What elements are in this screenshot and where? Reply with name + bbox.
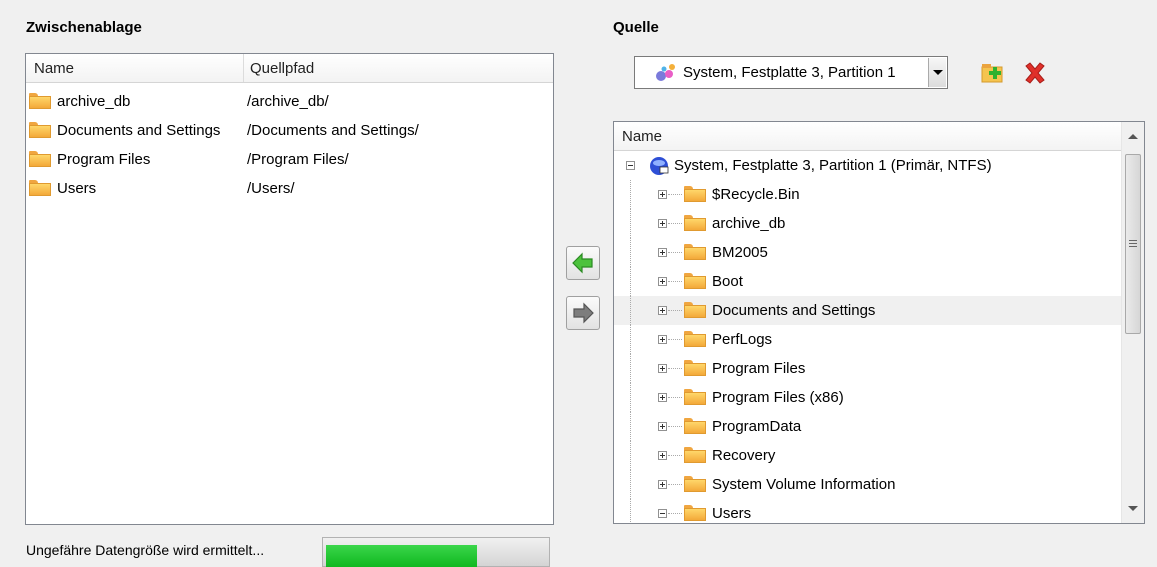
expand-icon[interactable] bbox=[658, 393, 667, 402]
column-quellpfad[interactable]: Quellpfad bbox=[250, 60, 314, 77]
collapse-icon[interactable] bbox=[626, 161, 635, 170]
chevron-down-icon[interactable] bbox=[928, 58, 946, 87]
clipboard-title: Zwischenablage bbox=[26, 19, 142, 36]
tree-item[interactable]: Recovery bbox=[614, 441, 1122, 470]
expand-icon[interactable] bbox=[658, 451, 667, 460]
tree-item-label: Users bbox=[712, 505, 752, 522]
folder-icon bbox=[29, 151, 51, 167]
scroll-up-icon[interactable] bbox=[1128, 134, 1138, 139]
tree-item[interactable]: Users bbox=[614, 499, 1122, 523]
tree-item[interactable]: archive_db bbox=[614, 209, 1122, 238]
expand-icon[interactable] bbox=[658, 190, 667, 199]
green-left-arrow-icon bbox=[572, 252, 593, 274]
drive-icon bbox=[650, 157, 669, 175]
tree-item[interactable]: Program Files bbox=[614, 354, 1122, 383]
folder-icon bbox=[684, 476, 706, 492]
folder-icon bbox=[684, 331, 706, 347]
tree-item-label: archive_db bbox=[712, 215, 786, 232]
clipboard-list[interactable]: Name Quellpfad archive_db/archive_db/Doc… bbox=[25, 53, 554, 525]
clipboard-column-header: Name Quellpfad bbox=[26, 54, 553, 83]
clipboard-row-path: /Documents and Settings/ bbox=[247, 122, 419, 139]
clipboard-row[interactable]: Program Files/Program Files/ bbox=[26, 145, 553, 174]
folder-icon bbox=[684, 302, 706, 318]
tree-item-label: PerfLogs bbox=[712, 331, 773, 348]
scroll-down-icon[interactable] bbox=[1128, 506, 1138, 511]
expand-icon[interactable] bbox=[658, 364, 667, 373]
tree-item-label: System Volume Information bbox=[712, 476, 896, 493]
progress-fill bbox=[326, 545, 477, 567]
folder-icon bbox=[29, 93, 51, 109]
tree-item[interactable]: ProgramData bbox=[614, 412, 1122, 441]
move-left-button[interactable] bbox=[566, 246, 600, 280]
tree-item-label: Boot bbox=[712, 273, 743, 290]
tree-scrollbar[interactable] bbox=[1121, 122, 1144, 523]
expand-icon[interactable] bbox=[658, 480, 667, 489]
tree-item[interactable]: System Volume Information bbox=[614, 470, 1122, 499]
folder-icon bbox=[684, 360, 706, 376]
clipboard-row-path: /Program Files/ bbox=[247, 151, 349, 168]
tree-column-header: Name bbox=[614, 122, 1122, 151]
partition-select-value: System, Festplatte 3, Partition 1 bbox=[683, 64, 896, 81]
partition-icon bbox=[656, 64, 675, 81]
clipboard-row-path: /archive_db/ bbox=[247, 93, 329, 110]
expand-icon[interactable] bbox=[658, 248, 667, 257]
grip-icon bbox=[1129, 240, 1137, 247]
folder-icon bbox=[29, 180, 51, 196]
source-title: Quelle bbox=[613, 19, 659, 36]
clipboard-row-path: /Users/ bbox=[247, 180, 295, 197]
red-x-icon bbox=[1025, 62, 1045, 84]
remove-button[interactable] bbox=[1022, 60, 1048, 86]
folder-icon bbox=[684, 447, 706, 463]
add-folder-icon bbox=[981, 64, 1003, 83]
expand-icon[interactable] bbox=[658, 335, 667, 344]
folder-icon bbox=[684, 505, 706, 521]
tree-item[interactable]: $Recycle.Bin bbox=[614, 180, 1122, 209]
tree-item-label: Documents and Settings bbox=[712, 302, 876, 319]
tree-item-label: Program Files bbox=[712, 360, 806, 377]
tree-root[interactable]: System, Festplatte 3, Partition 1 (Primä… bbox=[614, 151, 1122, 180]
progress-bar bbox=[322, 537, 550, 567]
clipboard-row[interactable]: Documents and Settings/Documents and Set… bbox=[26, 116, 553, 145]
tree-body: System, Festplatte 3, Partition 1 (Primä… bbox=[614, 151, 1144, 523]
folder-icon bbox=[684, 186, 706, 202]
column-name[interactable]: Name bbox=[34, 60, 74, 77]
folder-icon bbox=[684, 215, 706, 231]
tree-item[interactable]: PerfLogs bbox=[614, 325, 1122, 354]
clipboard-row[interactable]: archive_db/archive_db/ bbox=[26, 87, 553, 116]
tree-item-label: $Recycle.Bin bbox=[712, 186, 800, 203]
expand-icon[interactable] bbox=[658, 306, 667, 315]
tree-root-label: System, Festplatte 3, Partition 1 (Primä… bbox=[674, 157, 992, 174]
tree-item[interactable]: BM2005 bbox=[614, 238, 1122, 267]
expand-icon[interactable] bbox=[658, 422, 667, 431]
folder-icon bbox=[684, 273, 706, 289]
clipboard-row-name: Users bbox=[57, 180, 97, 197]
tree-item[interactable]: Documents and Settings bbox=[614, 296, 1122, 325]
expand-icon[interactable] bbox=[658, 277, 667, 286]
tree-item-label: Program Files (x86) bbox=[712, 389, 844, 406]
move-right-button[interactable] bbox=[566, 296, 600, 330]
tree-item[interactable]: Boot bbox=[614, 267, 1122, 296]
folder-icon bbox=[684, 389, 706, 405]
collapse-icon[interactable] bbox=[658, 509, 667, 518]
partition-select[interactable]: System, Festplatte 3, Partition 1 bbox=[634, 56, 948, 89]
status-text: Ungefähre Datengröße wird ermittelt... bbox=[26, 542, 265, 558]
folder-icon bbox=[29, 122, 51, 138]
clipboard-row-name: archive_db bbox=[57, 93, 131, 110]
clipboard-row-name: Documents and Settings bbox=[57, 122, 221, 139]
tree-column-name[interactable]: Name bbox=[622, 128, 662, 145]
folder-icon bbox=[684, 418, 706, 434]
source-tree[interactable]: Name System, Festplatte 3, Partition 1 (… bbox=[613, 121, 1145, 524]
expand-icon[interactable] bbox=[658, 219, 667, 228]
tree-item-label: ProgramData bbox=[712, 418, 802, 435]
tree-item-label: Recovery bbox=[712, 447, 776, 464]
tree-item-label: BM2005 bbox=[712, 244, 768, 261]
clipboard-row-name: Program Files bbox=[57, 151, 151, 168]
tree-item[interactable]: Program Files (x86) bbox=[614, 383, 1122, 412]
clipboard-row[interactable]: Users/Users/ bbox=[26, 174, 553, 203]
folder-icon bbox=[684, 244, 706, 260]
add-to-clipboard-button[interactable] bbox=[980, 60, 1006, 86]
gray-right-arrow-icon bbox=[573, 302, 594, 324]
